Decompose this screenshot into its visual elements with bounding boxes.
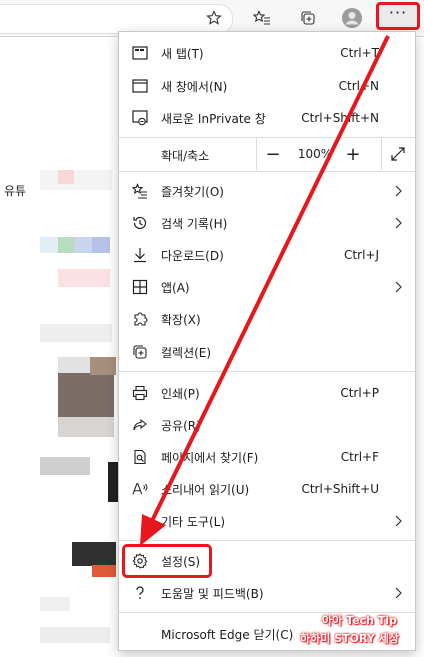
blurred-image (90, 357, 116, 375)
favorite-star-icon[interactable] (200, 4, 228, 32)
menu-item-history[interactable]: 검색 기록(H) (119, 207, 415, 239)
menu-item-help-feedback[interactable]: 도움말 및 피드백(B) (119, 577, 415, 609)
menu-item-new-window[interactable]: 새 창에서(N) Ctrl+N (119, 70, 415, 102)
menu-item-more-tools[interactable]: 기타 도구(L) (119, 505, 415, 537)
blurred-block (92, 565, 116, 577)
menu-item-label: 컬렉션(E) (161, 345, 212, 360)
chevron-right-icon (395, 587, 402, 599)
shortcut-text: Ctrl+J (344, 248, 379, 262)
menu-item-label: 인쇄(P) (161, 386, 200, 401)
settings-and-more-menu: 새 탭(T) Ctrl+T 새 창에서(N) Ctrl+N 새로운 InPriv… (118, 31, 416, 651)
menu-item-label: 즐겨찾기(O) (161, 184, 224, 199)
menu-item-label: 공유(R) (161, 418, 201, 433)
menu-item-collections[interactable]: 컬렉션(E) (119, 336, 415, 368)
help-question-icon (132, 585, 148, 601)
menu-item-apps[interactable]: 앱(A) (119, 271, 415, 303)
menu-item-label: 앱(A) (161, 280, 190, 295)
menu-item-label: 새로운 InPrivate 창 (161, 111, 266, 126)
history-icon (132, 215, 148, 231)
chevron-right-icon (395, 217, 402, 229)
new-tab-icon (132, 45, 148, 61)
blurred-block (74, 237, 92, 253)
fullscreen-icon[interactable] (381, 138, 414, 170)
apps-icon (132, 279, 148, 295)
settings-and-more-button[interactable]: ··· (376, 2, 420, 30)
shortcut-text: Ctrl+Shift+U (301, 482, 379, 496)
blurred-block (92, 237, 110, 253)
menu-item-label: 새 창에서(N) (161, 79, 228, 94)
zoom-value: 100% (297, 147, 333, 161)
menu-item-new-inprivate[interactable]: 새로운 InPrivate 창 Ctrl+Shift+N (119, 102, 415, 134)
shortcut-text: Ctrl+F (340, 450, 379, 464)
menu-item-label: 페이지에서 찾기(F) (161, 450, 259, 465)
blurred-block (108, 462, 118, 502)
zoom-label: 확대/축소 (161, 149, 210, 163)
favorites-icon[interactable] (248, 4, 276, 32)
collections-icon[interactable] (294, 4, 322, 32)
chevron-right-icon (395, 185, 402, 197)
blurred-block (40, 170, 112, 190)
blurred-block (72, 542, 116, 566)
menu-item-label: Microsoft Edge 닫기(C) (161, 627, 294, 642)
blurred-image (58, 373, 114, 417)
menu-item-label: 새 탭(T) (161, 46, 204, 61)
chevron-right-icon (395, 515, 402, 527)
blurred-block (58, 237, 74, 253)
menu-item-print[interactable]: 인쇄(P) Ctrl+P (119, 377, 415, 409)
read-aloud-icon (132, 481, 148, 497)
menu-item-share[interactable]: 공유(R) (119, 409, 415, 441)
menu-item-downloads[interactable]: 다운로드(D) Ctrl+J (119, 239, 415, 271)
shortcut-text: Ctrl+T (340, 46, 379, 60)
blurred-block (58, 170, 74, 184)
share-icon (132, 417, 148, 433)
inprivate-icon (132, 110, 148, 126)
zoom-out-button[interactable]: − (256, 138, 289, 170)
menu-divider (119, 171, 415, 172)
blurred-block (40, 237, 60, 253)
menu-item-favorites[interactable]: 즐겨찾기(O) (119, 175, 415, 207)
blurred-block (40, 627, 110, 643)
blurred-block (40, 597, 70, 611)
watermark-line1: 아아 Tech Tip (322, 614, 397, 627)
menu-item-label: 확장(X) (161, 312, 201, 327)
new-window-icon (132, 78, 148, 94)
chevron-right-icon (395, 281, 402, 293)
menu-zoom-row: 확대/축소 − 100% + (119, 138, 415, 170)
settings-highlight-box (122, 544, 212, 578)
menu-item-find-on-page[interactable]: 페이지에서 찾기(F) Ctrl+F (119, 441, 415, 473)
blurred-block (58, 417, 114, 437)
page-partial-text: 유튜 (4, 184, 27, 198)
menu-item-read-aloud[interactable]: 소리내어 읽기(U) Ctrl+Shift+U (119, 473, 415, 505)
blurred-block (40, 457, 90, 475)
blurred-block (58, 269, 110, 287)
menu-item-extensions[interactable]: 확장(X) (119, 303, 415, 335)
zoom-in-button[interactable]: + (337, 138, 369, 170)
shortcut-text: Ctrl+P (340, 386, 379, 400)
collections-icon (132, 344, 148, 360)
menu-item-label: 기타 도구(L) (161, 514, 226, 529)
download-icon (132, 247, 148, 263)
find-on-page-icon (132, 449, 148, 465)
menu-item-label: 도움말 및 피드백(B) (161, 586, 264, 601)
menu-item-new-tab[interactable]: 새 탭(T) Ctrl+T (119, 37, 415, 69)
blurred-block (40, 324, 112, 342)
print-icon (132, 385, 148, 401)
favorites-icon (132, 183, 148, 199)
menu-divider (119, 371, 415, 372)
shortcut-text: Ctrl+Shift+N (301, 111, 379, 125)
watermark-line2: 하하미 STORY 세상 (300, 632, 399, 645)
address-bar[interactable] (0, 4, 233, 34)
profile-icon[interactable] (338, 4, 366, 32)
shortcut-text: Ctrl+N (338, 79, 379, 93)
menu-divider (119, 540, 415, 541)
menu-item-label: 검색 기록(H) (161, 216, 228, 231)
menu-item-label: 소리내어 읽기(U) (161, 482, 250, 497)
menu-item-label: 다운로드(D) (161, 248, 224, 263)
extensions-puzzle-icon (132, 311, 148, 327)
